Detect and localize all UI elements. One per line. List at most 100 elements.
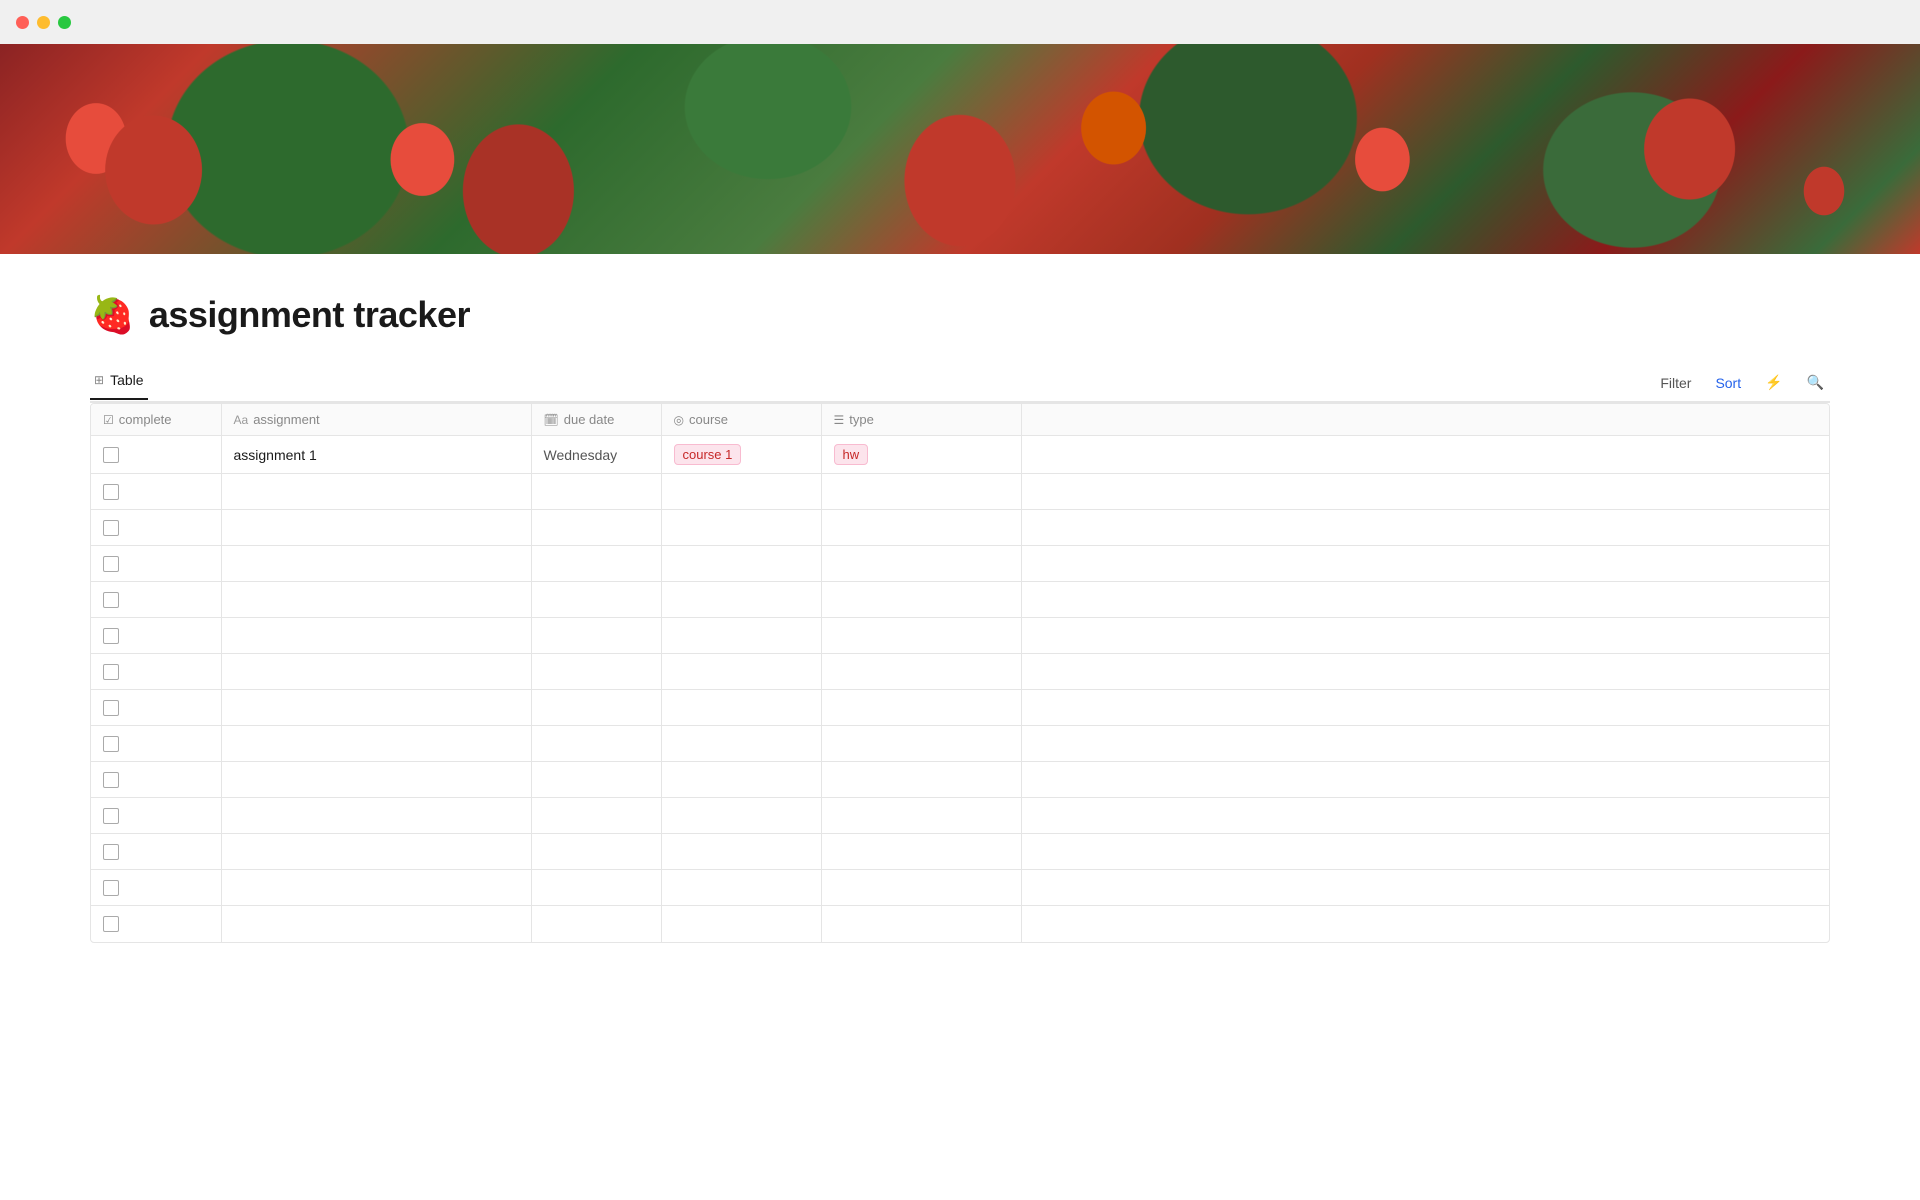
cell-course[interactable] <box>661 834 821 870</box>
close-button[interactable] <box>16 16 29 29</box>
cell-assignment[interactable] <box>221 474 531 510</box>
cell-type[interactable] <box>821 582 1021 618</box>
row-checkbox[interactable] <box>103 556 119 572</box>
row-checkbox[interactable] <box>103 808 119 824</box>
table-row <box>91 654 1829 690</box>
table-row <box>91 474 1829 510</box>
cell-extra <box>1021 654 1829 690</box>
cell-course[interactable] <box>661 474 821 510</box>
cell-type[interactable] <box>821 654 1021 690</box>
row-checkbox[interactable] <box>103 844 119 860</box>
cell-duedate[interactable] <box>531 726 661 762</box>
cell-duedate[interactable] <box>531 546 661 582</box>
cell-extra <box>1021 474 1829 510</box>
cell-assignment[interactable] <box>221 834 531 870</box>
cell-assignment[interactable] <box>221 654 531 690</box>
cell-duedate[interactable] <box>531 906 661 942</box>
minimize-button[interactable] <box>37 16 50 29</box>
search-button[interactable]: 🔍 <box>1801 370 1830 395</box>
search-icon: 🔍 <box>1807 374 1824 391</box>
cell-type[interactable] <box>821 474 1021 510</box>
cell-assignment[interactable] <box>221 510 531 546</box>
col-header-complete[interactable]: ☑ complete <box>91 404 221 436</box>
cell-course[interactable] <box>661 906 821 942</box>
cell-assignment[interactable]: assignment 1 <box>221 436 531 474</box>
cell-assignment[interactable] <box>221 798 531 834</box>
cell-type[interactable] <box>821 546 1021 582</box>
cell-course[interactable] <box>661 510 821 546</box>
cell-course[interactable] <box>661 654 821 690</box>
col-header-duedate[interactable]: 🗓 due date <box>531 404 661 436</box>
cell-duedate[interactable] <box>531 870 661 906</box>
row-checkbox[interactable] <box>103 628 119 644</box>
tab-table[interactable]: ⊞ Table <box>90 364 148 400</box>
cell-course[interactable] <box>661 582 821 618</box>
cell-type[interactable] <box>821 906 1021 942</box>
duedate-col-icon: 🗓 <box>544 413 559 427</box>
cell-complete <box>91 582 221 618</box>
cell-course[interactable] <box>661 798 821 834</box>
cell-duedate[interactable] <box>531 690 661 726</box>
cell-extra <box>1021 726 1829 762</box>
cell-type[interactable] <box>821 726 1021 762</box>
cell-assignment[interactable] <box>221 546 531 582</box>
cell-assignment[interactable] <box>221 870 531 906</box>
cell-duedate[interactable] <box>531 654 661 690</box>
col-label-duedate: due date <box>564 412 615 427</box>
cell-assignment[interactable] <box>221 726 531 762</box>
row-checkbox[interactable] <box>103 880 119 896</box>
cell-type[interactable] <box>821 834 1021 870</box>
cell-assignment[interactable] <box>221 762 531 798</box>
col-header-extra <box>1021 404 1829 436</box>
cell-type[interactable] <box>821 690 1021 726</box>
cell-type[interactable] <box>821 870 1021 906</box>
cell-duedate[interactable] <box>531 798 661 834</box>
cell-assignment[interactable] <box>221 582 531 618</box>
col-header-course[interactable]: ◎ course <box>661 404 821 436</box>
page-title: assignment tracker <box>149 294 470 336</box>
col-label-complete: complete <box>119 412 172 427</box>
cell-duedate[interactable] <box>531 510 661 546</box>
cell-course[interactable] <box>661 618 821 654</box>
table-row <box>91 798 1829 834</box>
row-checkbox[interactable] <box>103 700 119 716</box>
cell-course[interactable] <box>661 762 821 798</box>
cell-duedate[interactable] <box>531 582 661 618</box>
row-checkbox[interactable] <box>103 592 119 608</box>
cell-type[interactable] <box>821 798 1021 834</box>
cell-complete <box>91 618 221 654</box>
cell-course[interactable] <box>661 870 821 906</box>
cell-duedate[interactable] <box>531 834 661 870</box>
row-checkbox[interactable] <box>103 664 119 680</box>
cell-type[interactable] <box>821 618 1021 654</box>
cell-course[interactable] <box>661 726 821 762</box>
cell-assignment[interactable] <box>221 690 531 726</box>
maximize-button[interactable] <box>58 16 71 29</box>
cell-assignment[interactable] <box>221 906 531 942</box>
cell-type[interactable] <box>821 762 1021 798</box>
row-checkbox[interactable] <box>103 916 119 932</box>
cell-assignment[interactable] <box>221 618 531 654</box>
cell-type[interactable]: hw <box>821 436 1021 474</box>
cell-type[interactable] <box>821 510 1021 546</box>
cell-course[interactable] <box>661 546 821 582</box>
cell-duedate[interactable] <box>531 618 661 654</box>
row-checkbox[interactable] <box>103 772 119 788</box>
sort-button[interactable]: Sort <box>1709 371 1747 395</box>
col-header-assignment[interactable]: Aa assignment <box>221 404 531 436</box>
cell-course[interactable] <box>661 690 821 726</box>
cell-complete <box>91 690 221 726</box>
row-checkbox[interactable] <box>103 520 119 536</box>
cell-extra <box>1021 510 1829 546</box>
cell-duedate[interactable] <box>531 762 661 798</box>
filter-button[interactable]: Filter <box>1654 371 1697 395</box>
lightning-button[interactable]: ⚡ <box>1759 370 1788 395</box>
cell-course[interactable]: course 1 <box>661 436 821 474</box>
row-checkbox[interactable] <box>103 447 119 463</box>
col-header-type[interactable]: ☰ type <box>821 404 1021 436</box>
cell-duedate[interactable]: Wednesday <box>531 436 661 474</box>
row-checkbox[interactable] <box>103 736 119 752</box>
row-checkbox[interactable] <box>103 484 119 500</box>
cell-duedate[interactable] <box>531 474 661 510</box>
course-tag: course 1 <box>674 444 742 465</box>
